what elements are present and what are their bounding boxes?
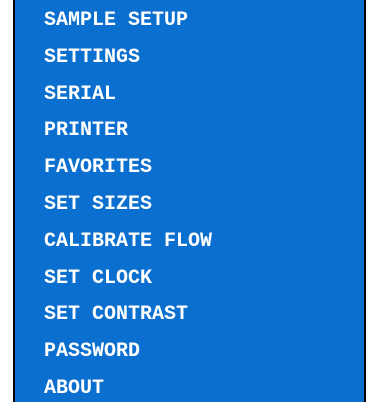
menu-item-calibrate-flow[interactable]: CALIBRATE FLOW	[44, 224, 212, 261]
menu-item-favorites[interactable]: FAVORITES	[44, 150, 212, 187]
menu-item-printer[interactable]: PRINTER	[44, 113, 212, 150]
menu-screen: SAMPLE SETUP SETTINGS SERIAL PRINTER FAV…	[13, 0, 366, 402]
menu-item-sample-setup[interactable]: SAMPLE SETUP	[44, 3, 212, 40]
menu-item-serial[interactable]: SERIAL	[44, 77, 212, 114]
menu-item-about[interactable]: ABOUT	[44, 371, 212, 402]
menu-item-set-clock[interactable]: SET CLOCK	[44, 261, 212, 298]
menu-item-password[interactable]: PASSWORD	[44, 334, 212, 371]
main-menu: SAMPLE SETUP SETTINGS SERIAL PRINTER FAV…	[44, 3, 212, 402]
menu-item-set-sizes[interactable]: SET SIZES	[44, 187, 212, 224]
menu-item-settings[interactable]: SETTINGS	[44, 40, 212, 77]
menu-item-set-contrast[interactable]: SET CONTRAST	[44, 297, 212, 334]
